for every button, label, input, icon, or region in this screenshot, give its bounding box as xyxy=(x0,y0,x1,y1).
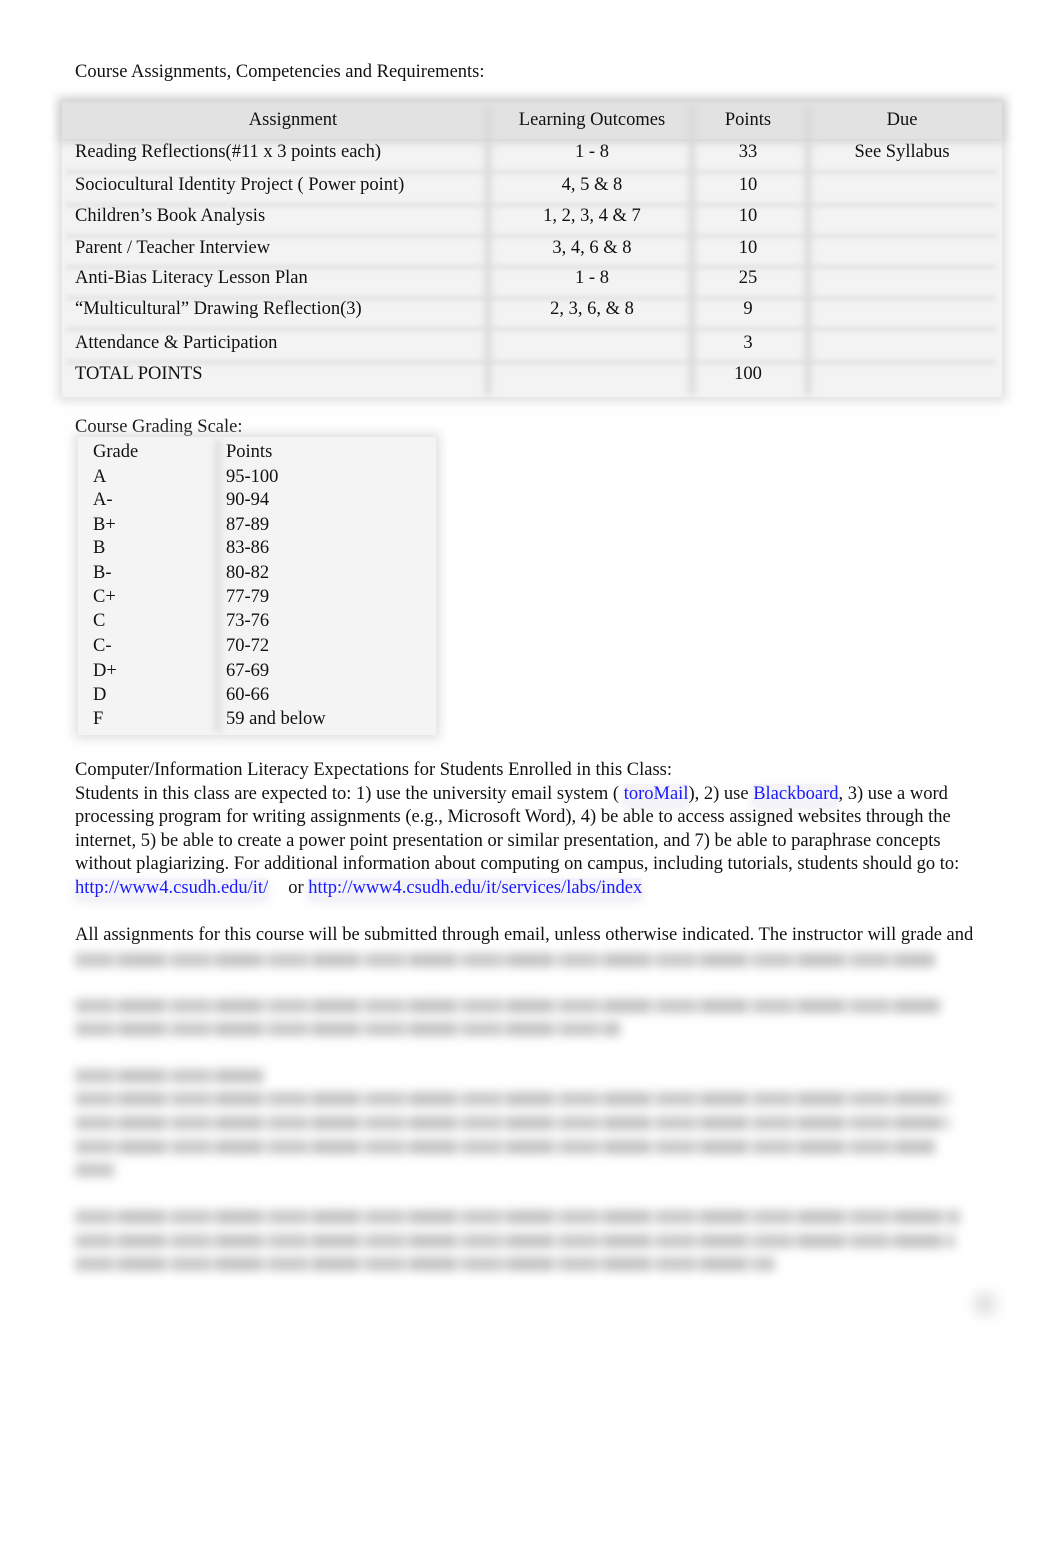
grade: D+ xyxy=(93,661,117,681)
literacy-line: without plagiarizing. For additional inf… xyxy=(75,854,960,874)
grade: C- xyxy=(93,636,112,656)
learning-outcomes: 3, 4, 6 & 8 xyxy=(552,238,632,258)
points: 9 xyxy=(743,299,753,319)
points-range: 70-72 xyxy=(226,636,270,656)
column-header-due: Due xyxy=(886,110,918,130)
blurred-text-line xyxy=(75,1210,960,1224)
blurred-text-line xyxy=(75,953,935,967)
column-divider xyxy=(214,440,222,732)
toromail-link[interactable]: toroMail xyxy=(623,783,689,804)
points-range: 90-94 xyxy=(226,490,270,510)
points-range: 83-86 xyxy=(226,538,270,558)
grade: A- xyxy=(93,490,113,510)
column-header-learning-outcomes: Learning Outcomes xyxy=(518,110,666,130)
column-header-points: Points xyxy=(226,442,273,462)
blurred-text-line xyxy=(75,1022,620,1036)
row-divider xyxy=(66,359,996,365)
column-divider xyxy=(484,105,492,395)
grade: B+ xyxy=(93,515,116,535)
blackboard-link[interactable]: Blackboard xyxy=(753,783,839,804)
grading-scale-heading: Course Grading Scale: xyxy=(75,417,243,437)
literacy-line: Students in this class are expected to: … xyxy=(75,783,975,807)
points: 100 xyxy=(734,364,762,384)
literacy-section: Computer/Information Literacy Expectatio… xyxy=(75,759,975,900)
points-range: 80-82 xyxy=(226,563,270,583)
due: See Syllabus xyxy=(854,142,950,162)
or-text: or xyxy=(288,877,304,898)
points-range: 77-79 xyxy=(226,587,270,607)
points: 10 xyxy=(738,238,758,258)
assignment-name: “Multicultural” Drawing Reflection(3) xyxy=(75,299,362,319)
assignment-name: Reading Reflections(#11 x 3 points each) xyxy=(75,142,382,162)
points-range: 60-66 xyxy=(226,685,270,705)
grade: D xyxy=(93,685,107,705)
page-number xyxy=(975,1294,995,1314)
literacy-text: Students in this class are expected to: … xyxy=(75,783,624,804)
assignment-name: Parent / Teacher Interview xyxy=(75,238,271,258)
learning-outcomes: 2, 3, 6, & 8 xyxy=(550,299,634,319)
assignment-name: Anti-Bias Literacy Lesson Plan xyxy=(75,268,308,288)
grade: B xyxy=(93,538,106,558)
row-divider xyxy=(66,326,996,332)
assignment-name: Sociocultural Identity Project ( Power p… xyxy=(75,175,405,195)
learning-outcomes: 1, 2, 3, 4 & 7 xyxy=(543,206,641,226)
labs-website-link[interactable]: http://www4.csudh.edu/it/services/labs/i… xyxy=(308,877,643,898)
points: 10 xyxy=(738,206,758,226)
column-header-points: Points xyxy=(724,110,772,130)
blurred-text-line xyxy=(75,1140,935,1154)
literacy-line: processing program for writing assignmen… xyxy=(75,807,951,827)
literacy-text: , 3) use a word xyxy=(838,783,948,804)
literacy-heading: Computer/Information Literacy Expectatio… xyxy=(75,760,673,780)
points-range: 87-89 xyxy=(226,515,270,535)
learning-outcomes: 4, 5 & 8 xyxy=(561,175,623,195)
grade: A xyxy=(93,467,107,487)
assignments-heading: Course Assignments, Competencies and Req… xyxy=(75,62,485,82)
learning-outcomes: 1 - 8 xyxy=(575,268,609,288)
it-website-link[interactable]: http://www4.csudh.edu/it/ xyxy=(75,877,269,898)
blurred-text-line xyxy=(75,1116,950,1130)
points-range: 95-100 xyxy=(226,467,279,487)
blurred-text-line xyxy=(75,1163,115,1177)
learning-outcomes: 1 - 8 xyxy=(575,142,609,162)
submission-text: All assignments for this course will be … xyxy=(75,925,974,945)
assignment-name: Children’s Book Analysis xyxy=(75,206,266,226)
points: 10 xyxy=(738,175,758,195)
literacy-line: internet, 5) be able to create a power p… xyxy=(75,830,941,851)
assignment-name: Attendance & Participation xyxy=(75,333,278,353)
blurred-text-line xyxy=(75,1234,955,1248)
points-range: 59 and below xyxy=(226,709,326,729)
points: 3 xyxy=(743,333,753,353)
grade: F xyxy=(93,709,104,729)
literacy-text: ), 2) use xyxy=(688,783,754,804)
blurred-text-line xyxy=(75,1069,265,1083)
grade: B- xyxy=(93,563,112,583)
blurred-text-line xyxy=(75,999,940,1013)
blurred-text-line xyxy=(75,1257,775,1271)
points: 25 xyxy=(738,268,758,288)
points-range: 73-76 xyxy=(226,611,270,631)
points: 33 xyxy=(738,142,758,162)
blurred-text-line xyxy=(75,1092,950,1106)
column-header-assignment: Assignment xyxy=(248,110,338,130)
grade: C+ xyxy=(93,587,116,607)
points-range: 67-69 xyxy=(226,661,270,681)
assignment-name: TOTAL POINTS xyxy=(75,364,203,384)
column-header-grade: Grade xyxy=(93,442,139,462)
literacy-links-line: http://www4.csudh.edu/it/or http://www4.… xyxy=(75,877,975,901)
grade: C xyxy=(93,611,106,631)
